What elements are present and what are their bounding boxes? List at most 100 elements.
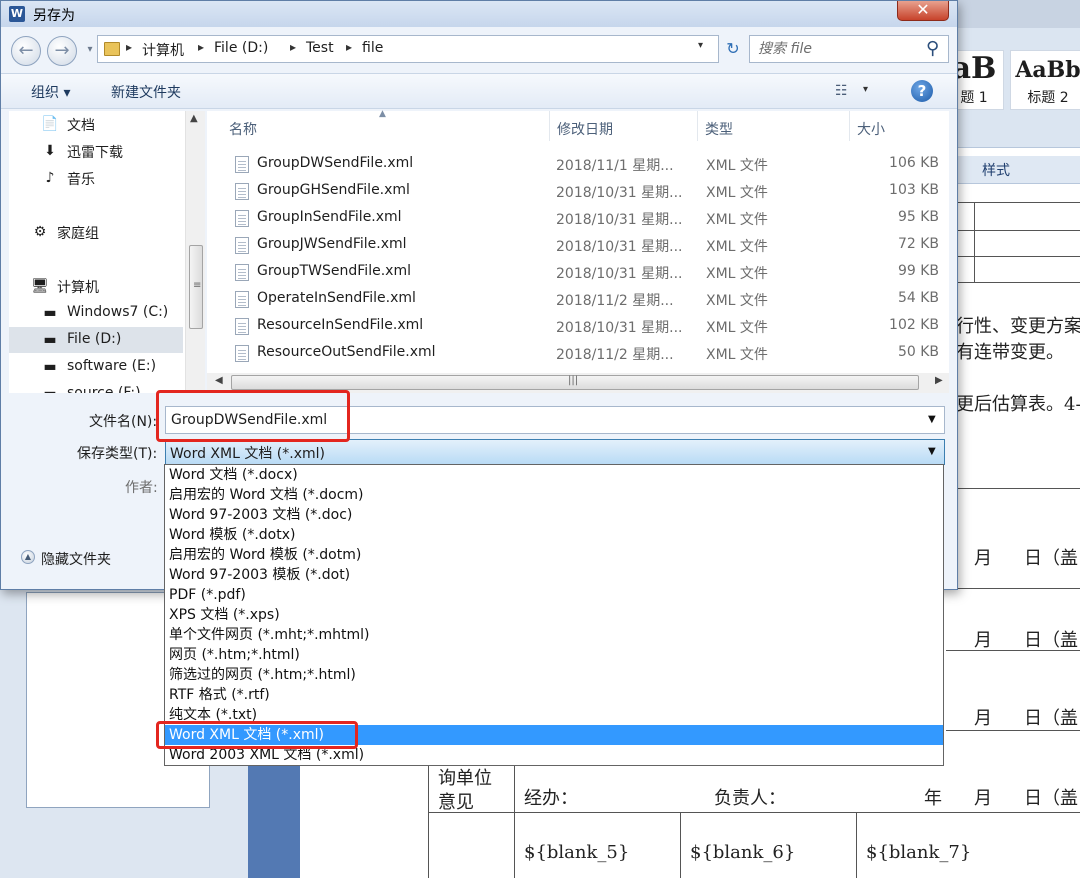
forward-button[interactable]: → <box>47 36 77 66</box>
address-dropdown-icon[interactable]: ▾ <box>698 40 703 51</box>
savetype-dropdown-icon[interactable]: ▼ <box>928 446 936 457</box>
style-heading-2[interactable]: AaBb 标题 2 <box>1010 50 1080 110</box>
nav-item[interactable]: 🖥 计算机 <box>9 273 183 299</box>
doc-month: 月 <box>974 788 992 809</box>
column-divider[interactable] <box>849 111 850 141</box>
file-row[interactable]: GroupJWSendFile.xml 2018/10/31 星期... XML 文… <box>227 232 947 259</box>
organize-menu[interactable]: 组织 ▾ <box>31 82 70 102</box>
scroll-left-icon[interactable]: ◀ <box>215 375 223 386</box>
doc-blank-field: ${blank_6} <box>690 842 796 863</box>
scrollbar-thumb[interactable]: ||| <box>231 375 919 390</box>
file-date: 2018/11/1 星期... <box>556 158 674 174</box>
file-row[interactable]: OperateInSendFile.xml 2018/11/2 星期... XML … <box>227 286 947 313</box>
savetype-option[interactable]: Word 97-2003 模板 (*.dot) <box>165 565 943 585</box>
search-icon[interactable]: ⚲ <box>926 38 939 59</box>
doc-blank-field: ${blank_5} <box>524 842 630 863</box>
back-arrow-icon: ← <box>18 40 34 61</box>
savetype-select[interactable]: Word XML 文档 (*.xml) ▼ <box>165 439 945 465</box>
navigation-pane: 📄 文档 ⬇ 迅雷下载 ♪ 音乐 ⚙ 家庭组 🖥 计算机 ▬ Windows7 (C:) ▬ File (… <box>9 111 205 393</box>
column-divider[interactable] <box>697 111 698 141</box>
breadcrumb-separator-icon: ▸ <box>198 40 205 54</box>
file-row[interactable]: ResourceInSendFile.xml 2018/10/31 星期... XM… <box>227 313 947 340</box>
recent-locations-dropdown[interactable]: ▾ <box>83 42 97 58</box>
column-size[interactable]: 大小 <box>857 119 885 139</box>
nav-item-label: Windows7 (C:) <box>67 304 169 320</box>
breadcrumb-file[interactable]: file <box>362 40 383 56</box>
column-date[interactable]: 修改日期 <box>557 119 613 139</box>
nav-item[interactable]: ▬ File (D:) <box>9 327 183 353</box>
refresh-button[interactable]: ↻ <box>721 35 745 63</box>
doc-day-seal: 日（盖 <box>1024 788 1078 809</box>
new-folder-button[interactable]: 新建文件夹 <box>111 82 181 102</box>
nav-item-icon: ▬ <box>43 332 57 348</box>
author-label: 作者: <box>125 480 158 496</box>
column-divider[interactable] <box>549 111 550 141</box>
search-box[interactable]: ⚲ <box>749 35 949 63</box>
filename-dropdown-icon[interactable]: ▼ <box>928 414 936 425</box>
nav-item[interactable]: ⬇ 迅雷下载 <box>9 138 183 164</box>
savetype-option[interactable]: 筛选过的网页 (*.htm;*.html) <box>165 665 943 685</box>
file-date: 2018/10/31 星期... <box>556 185 683 201</box>
file-row[interactable]: GroupGHSendFile.xml 2018/10/31 星期... XML 文… <box>227 178 947 205</box>
nav-item-label: 迅雷下载 <box>67 145 123 161</box>
back-button[interactable]: ← <box>11 36 41 66</box>
doc-responsible-label: 负责人： <box>714 788 786 809</box>
close-button[interactable]: ✕ <box>897 1 949 21</box>
scroll-right-icon[interactable]: ▶ <box>935 375 943 386</box>
address-bar[interactable]: ▸ 计算机 ▸ File (D:) ▸ Test ▸ file ▾ <box>97 35 719 63</box>
xml-file-icon <box>235 345 249 362</box>
navigation-scrollbar[interactable]: ▲ ≡ <box>185 111 205 393</box>
table-line <box>946 202 1080 203</box>
savetype-option[interactable]: Word 97-2003 文档 (*.doc) <box>165 505 943 525</box>
savetype-option[interactable]: 启用宏的 Word 文档 (*.docm) <box>165 485 943 505</box>
savetype-option[interactable]: XPS 文档 (*.xps) <box>165 605 943 625</box>
breadcrumb-drive-d[interactable]: File (D:) <box>214 40 268 56</box>
nav-item[interactable]: ♪ 音乐 <box>9 165 183 191</box>
breadcrumb-test[interactable]: Test <box>306 40 334 56</box>
nav-item[interactable]: ▬ Windows7 (C:) <box>9 300 183 326</box>
savetype-option[interactable]: PDF (*.pdf) <box>165 585 943 605</box>
table-line <box>428 766 429 878</box>
styles-group-label: 样式 <box>958 156 1080 184</box>
grip-icon: ≡ <box>193 280 202 291</box>
xml-file-icon <box>235 156 249 173</box>
doc-text-line: 行性、变更方案 <box>956 316 1080 337</box>
highlight-xml-option <box>156 721 358 749</box>
search-input[interactable] <box>752 38 922 60</box>
xml-file-icon <box>235 264 249 281</box>
file-date: 2018/10/31 星期... <box>556 320 683 336</box>
view-mode-dropdown-icon[interactable]: ▾ <box>863 84 868 95</box>
file-row[interactable]: GroupTWSendFile.xml 2018/10/31 星期... XML 文… <box>227 259 947 286</box>
dialog-title-bar[interactable]: W 另存为 ✕ <box>1 1 957 27</box>
dialog-toolbar: 组织 ▾ 新建文件夹 ☷ ▾ ? <box>1 73 957 109</box>
help-icon[interactable]: ? <box>911 80 933 102</box>
scrollbar-thumb[interactable]: ≡ <box>189 245 203 329</box>
savetype-option[interactable]: 启用宏的 Word 模板 (*.dotm) <box>165 545 943 565</box>
file-name: GroupJWSendFile.xml <box>257 236 407 252</box>
file-row[interactable]: ResourceOutSendFile.xml 2018/11/2 星期... XM… <box>227 340 947 367</box>
savetype-option[interactable]: 单个文件网页 (*.mht;*.mhtml) <box>165 625 943 645</box>
file-date: 2018/10/31 星期... <box>556 239 683 255</box>
view-mode-icon[interactable]: ☷ <box>835 83 848 99</box>
savetype-option[interactable]: 网页 (*.htm;*.html) <box>165 645 943 665</box>
doc-day-seal: 日（盖 <box>1024 548 1078 569</box>
file-name: OperateInSendFile.xml <box>257 290 416 306</box>
table-line <box>946 256 1080 257</box>
breadcrumb-computer[interactable]: 计算机 <box>142 40 184 60</box>
nav-item[interactable]: ⚙ 家庭组 <box>9 219 183 245</box>
savetype-option[interactable]: RTF 格式 (*.rtf) <box>165 685 943 705</box>
savetype-option[interactable]: Word 模板 (*.dotx) <box>165 525 943 545</box>
savetype-option[interactable]: Word 文档 (*.docx) <box>165 465 943 485</box>
file-row[interactable]: GroupInSendFile.xml 2018/10/31 星期... XML 文… <box>227 205 947 232</box>
file-date: 2018/10/31 星期... <box>556 266 683 282</box>
nav-item[interactable]: ▬ software (E:) <box>9 354 183 380</box>
nav-item[interactable]: 📄 文档 <box>9 111 183 137</box>
file-row[interactable]: GroupDWSendFile.xml 2018/11/1 星期... XML 文件… <box>227 151 947 178</box>
file-type: XML 文件 <box>706 239 768 255</box>
column-name[interactable]: 名称 <box>229 119 257 139</box>
breadcrumb-separator-icon: ▸ <box>290 40 297 54</box>
doc-day-seal: 日（盖 <box>1024 630 1078 651</box>
column-type[interactable]: 类型 <box>705 119 733 139</box>
file-size: 102 KB <box>889 317 939 333</box>
scroll-up-icon[interactable]: ▲ <box>190 113 198 124</box>
